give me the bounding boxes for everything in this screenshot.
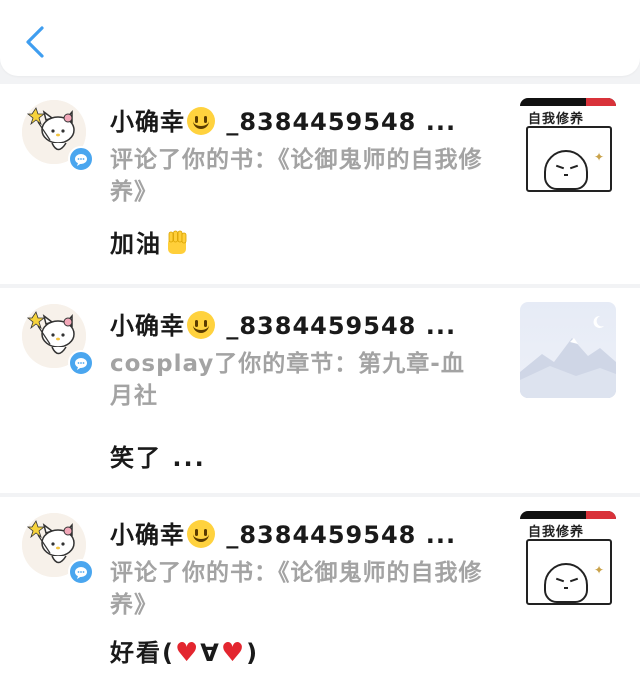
comment-text: 笑了 ...: [110, 444, 206, 472]
user-name-prefix: 小确幸: [110, 108, 185, 136]
notification-item[interactable]: 小确幸 _8384459548 ... cosplay了你的章节：第九章-血月社…: [0, 288, 640, 493]
cover-banner-accent: [586, 98, 616, 106]
chapter-thumbnail[interactable]: [520, 302, 616, 398]
comment-text-part: ): [246, 639, 260, 667]
user-name[interactable]: 小确幸 _8384459548 ...: [110, 306, 470, 341]
comment-badge-icon: [68, 559, 94, 585]
comment-text-part: 好看(: [110, 639, 175, 667]
sparkle-icon: ✦: [593, 150, 604, 164]
back-button[interactable]: [18, 22, 54, 62]
action-text: 评论了你的书：《论御鬼师的自我修养》: [110, 147, 483, 205]
heart-icon: ♥: [220, 638, 247, 668]
notification-item[interactable]: 小确幸 _8384459548 ... 评论了你的书：《论御鬼师的自我修养》 加…: [0, 84, 640, 284]
user-name-prefix: 小确幸: [110, 521, 185, 549]
user-name[interactable]: 小确幸 _8384459548 ...: [110, 102, 470, 137]
cover-title: 自我修养: [528, 525, 585, 540]
comment-badge-icon: [68, 350, 94, 376]
smiley-icon: [187, 520, 215, 548]
cover-art: ✦: [526, 126, 612, 192]
action-text: cosplay了你的章节：第九章-血月社: [110, 351, 465, 409]
comment-text: 好看(♥∀♥): [110, 633, 259, 668]
user-name-suffix: _8384459548 ...: [217, 312, 457, 340]
book-cover-thumbnail[interactable]: 自我修养 ✦: [520, 511, 616, 607]
comment-text-part: ∀: [200, 639, 221, 667]
user-name-prefix: 小确幸: [110, 312, 185, 340]
notification-item[interactable]: 小确幸 _8384459548 ... 评论了你的书：《论御鬼师的自我修养》 好…: [0, 497, 640, 691]
top-bar: [0, 0, 640, 76]
raised-fist-icon: [168, 230, 187, 254]
user-name-suffix: _8384459548 ...: [217, 108, 457, 136]
mountain-placeholder-icon: [520, 315, 616, 398]
image-placeholder: [520, 302, 616, 398]
comment-badge-icon: [68, 146, 94, 172]
action-text: 评论了你的书：《论御鬼师的自我修养》: [110, 560, 483, 618]
ghost-illustration: [544, 563, 588, 603]
user-name-suffix: _8384459548 ...: [217, 521, 457, 549]
comment-text-content: 加油: [110, 230, 162, 258]
chevron-left-icon: [26, 26, 44, 58]
book-cover-thumbnail[interactable]: 自我修养 ✦: [520, 98, 616, 194]
heart-icon: ♥: [174, 638, 201, 668]
cover-title: 自我修养: [528, 112, 585, 127]
sparkle-icon: ✦: [593, 563, 604, 577]
cover-banner-accent: [586, 511, 616, 519]
comment-text: 加油: [110, 224, 192, 259]
user-name[interactable]: 小确幸 _8384459548 ...: [110, 515, 470, 550]
ghost-illustration: [544, 150, 588, 190]
notification-list: 小确幸 _8384459548 ... 评论了你的书：《论御鬼师的自我修养》 加…: [0, 84, 640, 691]
smiley-icon: [187, 107, 215, 135]
smiley-icon: [187, 311, 215, 339]
cover-art: ✦: [526, 539, 612, 605]
